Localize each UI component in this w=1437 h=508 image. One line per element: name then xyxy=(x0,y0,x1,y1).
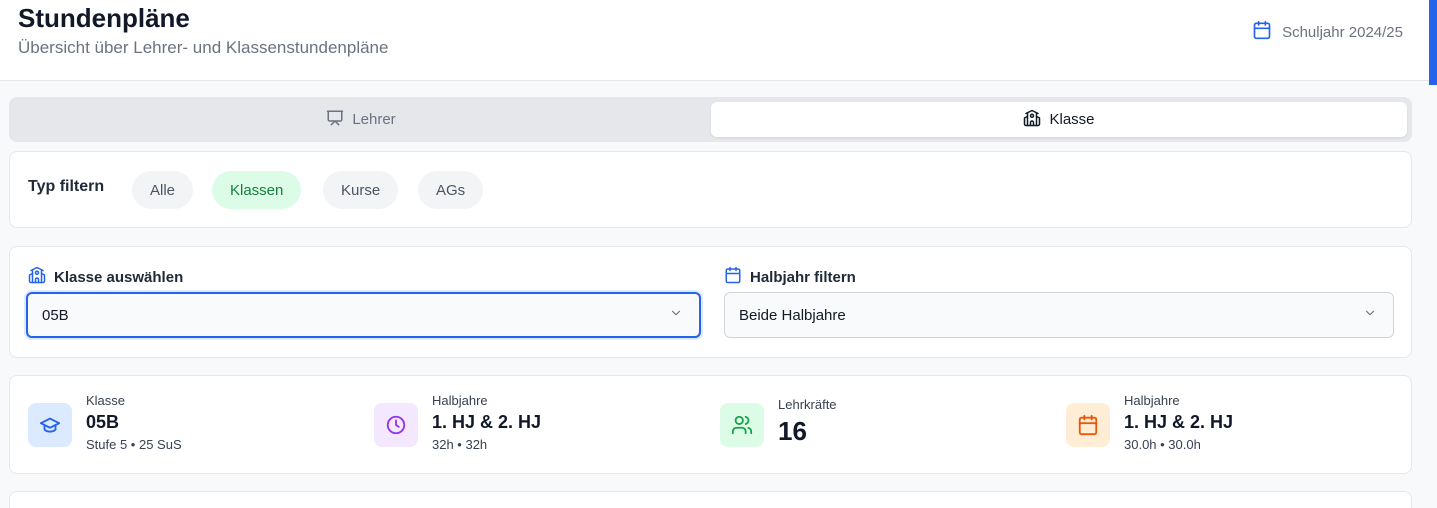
stat-label: Lehrkräfte xyxy=(778,397,837,412)
term-select-label: Halbjahr filtern xyxy=(724,266,856,288)
school-year-indicator: Schuljahr 2024/25 xyxy=(1252,20,1403,44)
type-filter-card: Typ filtern Alle Klassen Kurse AGs xyxy=(9,151,1412,228)
tab-klasse-label: Klasse xyxy=(1049,111,1095,128)
stat-value: 05B xyxy=(86,412,120,432)
stat-sub: 32h • 32h xyxy=(432,437,488,452)
stat-value: 16 xyxy=(778,416,807,446)
filter-pill-alle[interactable]: Alle xyxy=(132,171,194,209)
chevron-down-icon xyxy=(669,306,683,324)
stat-label: Halbjahre xyxy=(432,393,488,408)
school-icon xyxy=(28,266,46,288)
page-title: Stundenpläne xyxy=(18,3,190,33)
chevron-down-icon xyxy=(1363,306,1377,324)
selection-card: Klasse auswählen 05B Halbjahr filtern Be… xyxy=(9,246,1412,358)
filter-pill-ags[interactable]: AGs xyxy=(418,171,484,209)
users-icon xyxy=(720,403,764,447)
stat-sub: 30.0h • 30.0h xyxy=(1124,437,1201,452)
scrollbar[interactable] xyxy=(1429,0,1437,85)
school-year-label: Schuljahr 2024/25 xyxy=(1282,23,1403,41)
stat-sub: Stufe 5 • 25 SuS xyxy=(86,437,182,452)
presentation-icon xyxy=(326,109,344,131)
term-select-label-text: Halbjahr filtern xyxy=(750,268,856,286)
stat-value: 1. HJ & 2. HJ xyxy=(432,412,542,432)
type-filter-label: Typ filtern xyxy=(28,178,105,195)
stat-value: 1. HJ & 2. HJ xyxy=(1124,412,1234,432)
stat-lehrkraefte: Lehrkräfte 16 xyxy=(702,376,1048,475)
tab-lehrer-label: Lehrer xyxy=(352,111,396,128)
filter-pill-kurse[interactable]: Kurse xyxy=(323,171,399,209)
calendar-icon xyxy=(1066,403,1110,447)
class-select-label-text: Klasse auswählen xyxy=(54,268,184,286)
calendar-icon xyxy=(724,266,742,288)
stat-halbjahre-stunden: Halbjahre 1. HJ & 2. HJ 32h • 32h xyxy=(356,376,702,475)
graduation-cap-icon xyxy=(28,403,72,447)
timetable-card xyxy=(9,491,1412,508)
page: Stundenpläne Übersicht über Lehrer- und … xyxy=(0,0,1437,508)
term-select-value: Beide Halbjahre xyxy=(739,306,846,324)
page-subtitle: Übersicht über Lehrer- und Klassenstunde… xyxy=(18,38,389,57)
filter-pill-klassen[interactable]: Klassen xyxy=(212,171,302,209)
school-icon xyxy=(1023,109,1041,131)
stat-label: Halbjahre xyxy=(1124,393,1180,408)
term-select[interactable]: Beide Halbjahre xyxy=(724,292,1394,338)
clock-icon xyxy=(374,403,418,447)
view-tabs: Lehrer Klasse xyxy=(9,97,1412,142)
stats-card: Klasse 05B Stufe 5 • 25 SuS Halbjahre 1.… xyxy=(9,375,1412,474)
tab-klasse[interactable]: Klasse xyxy=(711,102,1407,137)
stat-klasse: Klasse 05B Stufe 5 • 25 SuS xyxy=(10,376,356,475)
class-select-value: 05B xyxy=(42,306,69,324)
class-select-label: Klasse auswählen xyxy=(28,266,183,288)
page-header: Stundenpläne Übersicht über Lehrer- und … xyxy=(0,0,1437,81)
stat-label: Klasse xyxy=(86,393,126,408)
class-select[interactable]: 05B xyxy=(26,292,701,338)
tab-lehrer[interactable]: Lehrer xyxy=(14,102,708,137)
calendar-icon xyxy=(1252,20,1272,44)
stat-halbjahre-stunden-2: Halbjahre 1. HJ & 2. HJ 30.0h • 30.0h xyxy=(1048,376,1394,475)
